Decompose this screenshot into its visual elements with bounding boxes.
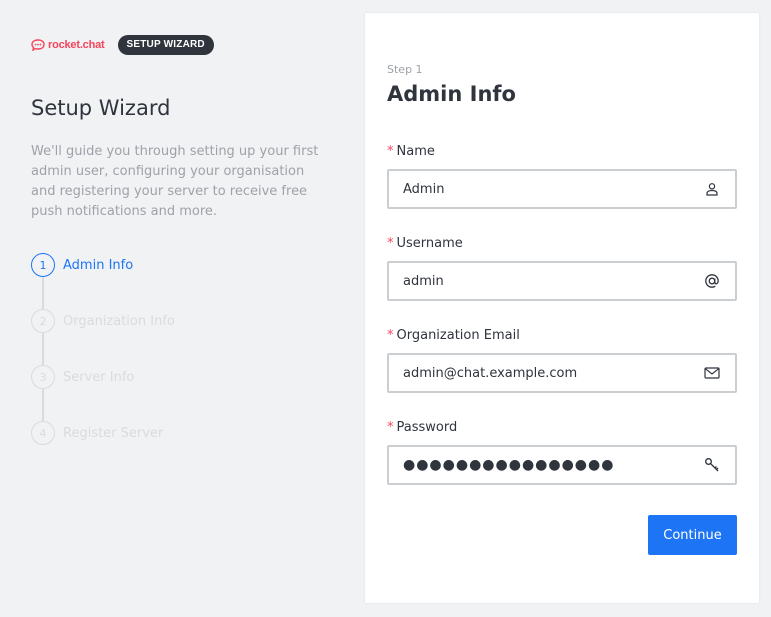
required-marker: * xyxy=(387,144,394,159)
step-number: 3 xyxy=(31,365,55,389)
email-label-text: Organization Email xyxy=(396,328,520,343)
step-admin-info: 1 Admin Info xyxy=(31,253,281,277)
page-title: Setup Wizard xyxy=(31,96,171,120)
password-input[interactable] xyxy=(403,447,703,483)
step-number: 2 xyxy=(31,309,55,333)
name-label: * Name xyxy=(387,143,737,161)
at-icon xyxy=(703,272,721,290)
brand-row: rocket.chat SETUP WIZARD xyxy=(31,35,214,55)
key-icon xyxy=(703,456,721,474)
username-field: * Username xyxy=(387,235,737,301)
step-caption: Step 1 xyxy=(387,63,423,76)
name-field: * Name xyxy=(387,143,737,209)
username-label-text: Username xyxy=(396,236,463,251)
step-number: 1 xyxy=(31,253,55,277)
step-register-server: 4 Register Server xyxy=(31,421,281,445)
step-number: 4 xyxy=(31,421,55,445)
required-marker: * xyxy=(387,236,394,251)
logo-text: rocket.chat xyxy=(48,39,105,51)
continue-button[interactable]: Continue xyxy=(648,515,737,555)
required-marker: * xyxy=(387,328,394,343)
mail-icon xyxy=(703,364,721,382)
password-label: * Password xyxy=(387,419,737,437)
name-input-box xyxy=(387,169,737,209)
rocketchat-logo: rocket.chat xyxy=(31,35,105,55)
step-connector xyxy=(42,277,44,309)
step-connector xyxy=(42,333,44,365)
step-label: Admin Info xyxy=(63,257,134,273)
username-input[interactable] xyxy=(403,263,703,299)
user-icon xyxy=(703,180,721,198)
username-input-box xyxy=(387,261,737,301)
email-field: * Organization Email xyxy=(387,327,737,393)
step-label: Register Server xyxy=(63,425,164,441)
password-input-box xyxy=(387,445,737,485)
password-label-text: Password xyxy=(396,420,458,435)
username-label: * Username xyxy=(387,235,737,253)
name-input[interactable] xyxy=(403,171,703,207)
step-label: Organization Info xyxy=(63,313,175,329)
chat-bubble-icon xyxy=(31,39,45,51)
email-label: * Organization Email xyxy=(387,327,737,345)
step-label: Server Info xyxy=(63,369,135,385)
wizard-description: We'll guide you through setting up your … xyxy=(31,144,319,219)
setup-wizard-sidebar: rocket.chat SETUP WIZARD Setup Wizard We… xyxy=(31,0,331,617)
required-marker: * xyxy=(387,420,394,435)
name-label-text: Name xyxy=(396,144,435,159)
step-connector xyxy=(42,389,44,421)
email-input[interactable] xyxy=(403,355,703,391)
step-organization-info: 2 Organization Info xyxy=(31,309,281,333)
step-server-info: 3 Server Info xyxy=(31,365,281,389)
email-input-box xyxy=(387,353,737,393)
form-title: Admin Info xyxy=(387,82,516,106)
setup-wizard-badge: SETUP WIZARD xyxy=(117,35,214,55)
admin-info-form: Step 1 Admin Info *Name *Username *Organ… xyxy=(365,13,759,603)
password-field: * Password xyxy=(387,419,737,485)
